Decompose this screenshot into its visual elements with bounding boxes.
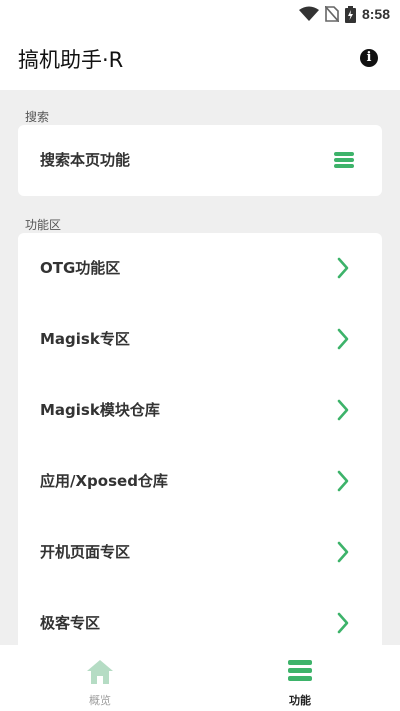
nav-label-overview: 概览 (89, 694, 111, 707)
search-card: 搜索本页功能 (18, 125, 382, 196)
menu-icon (288, 660, 312, 681)
chevron-right-icon (337, 399, 349, 421)
list-item-magisk[interactable]: Magisk专区 (18, 304, 382, 375)
chevron-right-icon (337, 257, 349, 279)
status-bar: 8:58 (0, 0, 400, 28)
app-title: 搞机助手·R (18, 48, 124, 72)
list-item-label: Magisk专区 (40, 330, 130, 348)
status-time: 8:58 (361, 6, 390, 22)
chevron-right-icon (337, 541, 349, 563)
no-sim-icon (324, 6, 339, 22)
list-item-xposed[interactable]: 应用/Xposed仓库 (18, 446, 382, 517)
home-icon (87, 660, 113, 684)
info-icon[interactable]: i (360, 49, 378, 67)
feature-card: OTG功能区 Magisk专区 Magisk模块仓库 应用/Xposed仓库 开… (18, 233, 382, 659)
search-page-functions-row[interactable]: 搜索本页功能 (18, 125, 382, 196)
list-item-magisk-modules[interactable]: Magisk模块仓库 (18, 375, 382, 446)
chevron-right-icon (337, 328, 349, 350)
app-bar: 搞机助手·R i (0, 28, 400, 90)
search-page-functions-label: 搜索本页功能 (40, 151, 131, 169)
wifi-icon (298, 6, 319, 21)
battery-charging-icon (344, 5, 356, 23)
chevron-right-icon (337, 470, 349, 492)
nav-item-functions[interactable]: 功能 (200, 645, 400, 711)
list-item-boot-page[interactable]: 开机页面专区 (18, 517, 382, 588)
list-item-label: OTG功能区 (40, 259, 121, 277)
bottom-nav: 概览 功能 (0, 645, 400, 711)
nav-label-functions: 功能 (289, 694, 311, 707)
list-item-label: Magisk模块仓库 (40, 401, 160, 419)
status-icons: 8:58 (298, 4, 390, 24)
search-section-label: 搜索 (25, 110, 50, 124)
feature-section-label: 功能区 (25, 218, 62, 232)
list-item-otg[interactable]: OTG功能区 (18, 233, 382, 304)
list-item-label: 应用/Xposed仓库 (40, 472, 168, 490)
list-item-label: 开机页面专区 (40, 543, 131, 561)
menu-icon[interactable] (334, 152, 354, 168)
nav-item-overview[interactable]: 概览 (0, 645, 200, 711)
chevron-right-icon (337, 612, 349, 634)
